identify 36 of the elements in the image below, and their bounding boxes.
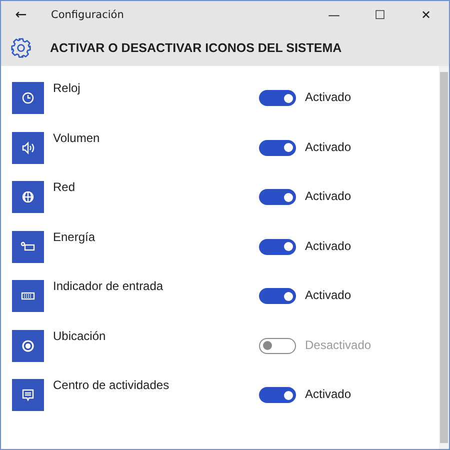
toggle-switch[interactable] xyxy=(259,288,296,304)
settings-icon xyxy=(10,36,32,58)
window-title: Configuración xyxy=(51,9,124,21)
back-button[interactable]: ← xyxy=(1,7,41,23)
toggle-state: Activado xyxy=(305,140,352,154)
toggle-switch[interactable] xyxy=(259,387,296,403)
toggle-state: Activado xyxy=(305,387,352,401)
toggle-switch[interactable] xyxy=(259,338,296,354)
close-button[interactable]: ✕ xyxy=(403,8,449,22)
toggle-switch[interactable] xyxy=(259,238,296,254)
minimize-button[interactable]: — xyxy=(311,8,357,22)
message-icon xyxy=(12,379,44,411)
toggle-state: Activado xyxy=(305,288,352,302)
target-icon xyxy=(12,330,44,362)
icon-name: Ubicación xyxy=(53,328,107,342)
icon-name: Centro de actividades xyxy=(53,378,170,392)
toggle-state: Activado xyxy=(305,238,352,252)
speaker-icon xyxy=(12,132,44,164)
clock-icon xyxy=(12,82,44,114)
toggle-state: Activado xyxy=(305,189,352,203)
maximize-button[interactable]: ☐ xyxy=(357,8,403,22)
icon-name: Energía xyxy=(53,230,96,244)
keyboard-icon xyxy=(12,280,44,312)
page-title: ACTIVAR O DESACTIVAR ICONOS DEL SISTEMA xyxy=(50,40,342,54)
icon-name: Volumen xyxy=(53,130,101,144)
toggle-switch[interactable] xyxy=(259,140,296,156)
scrollbar[interactable] xyxy=(439,66,449,449)
battery-icon xyxy=(12,230,44,262)
icon-name: Indicador de entrada xyxy=(53,279,164,293)
icon-name: Reloj xyxy=(53,81,82,95)
toggle-state: Desactivado xyxy=(305,338,372,352)
globe-icon xyxy=(12,181,44,213)
toggle-switch[interactable] xyxy=(259,189,296,205)
icon-name: Red xyxy=(53,180,76,194)
toggle-switch[interactable] xyxy=(259,90,296,106)
toggle-state: Activado xyxy=(305,90,352,104)
